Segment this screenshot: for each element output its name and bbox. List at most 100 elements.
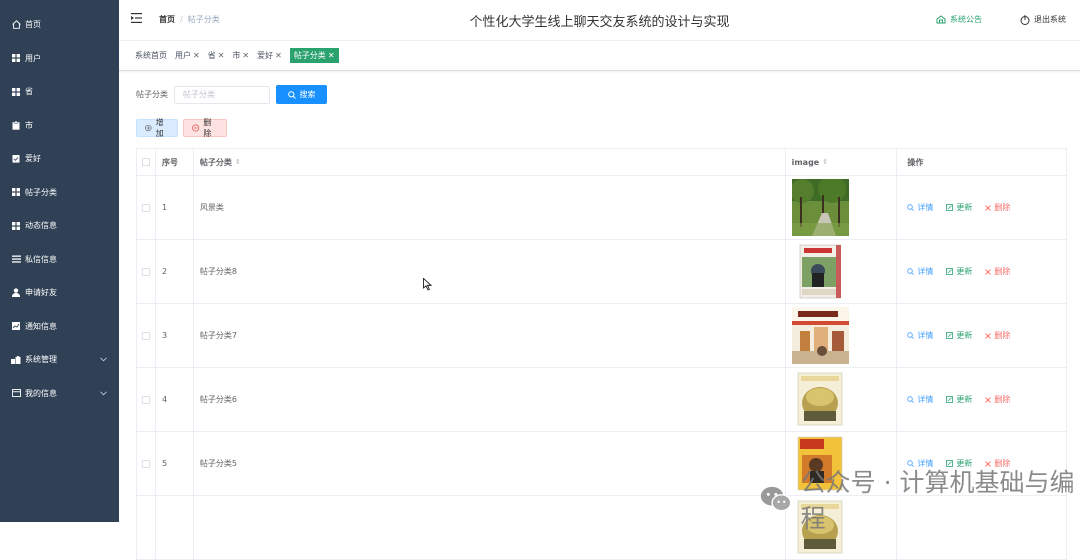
update-button[interactable]: 更新 <box>946 330 972 341</box>
detail-label: 详情 <box>917 395 934 404</box>
tag-item[interactable]: 系统首页 <box>135 48 167 63</box>
sidebar-item[interactable]: 用户 <box>0 42 119 76</box>
row-checkbox[interactable] <box>141 459 150 468</box>
header-name-label: 帖子分类 <box>199 157 232 167</box>
tag-item[interactable]: 爱好 ✕ <box>257 48 282 63</box>
search-icon <box>907 396 915 403</box>
search-input[interactable]: 帖子分类 <box>174 85 270 104</box>
delete-label: 删除 <box>994 331 1011 340</box>
sidebar: 首页用户省市爱好帖子分类动态信息私信信息申请好友通知信息 系统管理 我的信息 <box>0 0 119 522</box>
update-button[interactable]: 更新 <box>946 394 972 405</box>
update-label: 更新 <box>956 395 973 404</box>
row-name: 帖子分类6 <box>199 395 237 404</box>
edit-icon <box>946 268 954 275</box>
sidebar-item[interactable]: 私信信息 <box>0 243 119 277</box>
sort-icon[interactable]: ⇕ <box>822 158 828 166</box>
row-name: 风景类 <box>199 203 224 212</box>
tag-label: 帖子分类 <box>293 51 326 60</box>
tag-item[interactable]: 帖子分类 ✕ <box>289 48 339 63</box>
sidebar-item-label: 帖子分类 <box>25 187 57 197</box>
tag-item[interactable]: 省 ✕ <box>208 48 225 63</box>
sidebar-item[interactable]: 系统管理 <box>0 343 119 377</box>
settings-icon <box>11 355 21 365</box>
update-label: 更新 <box>956 203 973 212</box>
select-all-checkbox[interactable] <box>141 158 150 166</box>
row-checkbox[interactable] <box>141 395 150 404</box>
row-checkbox[interactable] <box>141 203 150 212</box>
header-index: 序号 <box>156 149 194 175</box>
mouse-cursor-icon <box>423 278 432 291</box>
close-icon[interactable]: ✕ <box>242 48 249 63</box>
delete-label: 删除 <box>994 203 1011 212</box>
edit-icon <box>946 332 954 339</box>
delete-button[interactable]: 删除 <box>985 330 1010 341</box>
batch-delete-button[interactable]: 删除 <box>183 118 227 138</box>
home-icon <box>11 20 21 30</box>
row-index: 2 <box>156 240 194 303</box>
close-icon[interactable]: ✕ <box>218 48 225 63</box>
chevron-down-icon <box>100 355 107 364</box>
search-icon <box>907 204 915 211</box>
delete-label: 删除 <box>994 267 1011 276</box>
add-button[interactable]: 增加 <box>136 118 178 138</box>
logout-button[interactable]: 退出系统 <box>1020 14 1066 25</box>
header-image[interactable]: image ⇕ <box>786 149 898 175</box>
update-button[interactable]: 更新 <box>946 266 972 277</box>
notice-button[interactable]: 系统公告 <box>936 14 982 25</box>
sort-icon[interactable]: ⇕ <box>235 158 241 166</box>
plus-circle-icon <box>145 124 152 132</box>
watermark-text: 公众号 · 计算机基础与编程 <box>800 468 1075 533</box>
update-button[interactable]: 更新 <box>946 202 972 213</box>
update-label: 更新 <box>956 331 973 340</box>
tag-item[interactable]: 市 ✕ <box>232 48 249 63</box>
sidebar-item[interactable]: 通知信息 <box>0 310 119 344</box>
table-row: 3 帖子分类7 详情 更新 删除 <box>137 304 1066 368</box>
detail-button[interactable]: 详情 <box>907 202 933 213</box>
sidebar-item[interactable]: 动态信息 <box>0 209 119 243</box>
detail-button[interactable]: 详情 <box>907 266 933 277</box>
row-image[interactable] <box>791 307 849 364</box>
sidebar-item[interactable]: 省 <box>0 75 119 109</box>
user-icon <box>11 288 21 298</box>
close-icon[interactable]: ✕ <box>328 48 335 63</box>
header-name[interactable]: 帖子分类 ⇕ <box>194 149 786 175</box>
close-icon[interactable]: ✕ <box>275 48 282 63</box>
sidebar-item[interactable]: 爱好 <box>0 142 119 176</box>
clipboard-icon <box>11 120 21 130</box>
minus-circle-icon <box>192 124 200 132</box>
top-bar: 首页 / 帖子分类 个性化大学生线上聊天交友系统的设计与实现 系统公告 退出系统 <box>119 0 1080 40</box>
detail-button[interactable]: 详情 <box>907 330 933 341</box>
chart-icon <box>11 321 21 331</box>
search-button[interactable]: 搜索 <box>276 85 327 104</box>
row-image[interactable] <box>791 371 849 428</box>
delete-button[interactable]: 删除 <box>985 202 1010 213</box>
sidebar-item[interactable]: 申请好友 <box>0 276 119 310</box>
delete-button[interactable]: 删除 <box>985 394 1010 405</box>
list-icon <box>11 254 21 264</box>
detail-button[interactable]: 详情 <box>907 394 933 405</box>
detail-label: 详情 <box>917 331 934 340</box>
row-checkbox[interactable] <box>141 267 150 276</box>
sidebar-item-label: 首页 <box>25 20 41 30</box>
sidebar-item[interactable]: 市 <box>0 109 119 143</box>
close-icon[interactable]: ✕ <box>193 48 200 63</box>
sidebar-item[interactable]: 我的信息 <box>0 377 119 411</box>
checklist-icon <box>11 154 21 164</box>
add-button-label: 增加 <box>155 118 164 138</box>
sidebar-item-label: 私信信息 <box>25 254 57 264</box>
header-ops: 操作 <box>907 157 924 167</box>
sidebar-item[interactable]: 首页 <box>0 8 119 42</box>
sidebar-item-label: 申请好友 <box>25 288 57 298</box>
row-checkbox[interactable] <box>141 331 150 340</box>
row-image[interactable] <box>791 243 849 300</box>
tag-label: 爱好 <box>257 51 274 60</box>
sidebar-item-label: 动态信息 <box>25 221 57 231</box>
tag-item[interactable]: 用户 ✕ <box>175 48 200 63</box>
row-name: 帖子分类7 <box>199 331 237 340</box>
power-icon <box>1020 14 1030 25</box>
main-content: 首页 / 帖子分类 个性化大学生线上聊天交友系统的设计与实现 系统公告 退出系统 系… <box>119 0 1080 560</box>
row-image[interactable] <box>791 179 849 236</box>
close-icon <box>985 396 992 403</box>
sidebar-item[interactable]: 帖子分类 <box>0 176 119 210</box>
delete-button[interactable]: 删除 <box>985 266 1010 277</box>
